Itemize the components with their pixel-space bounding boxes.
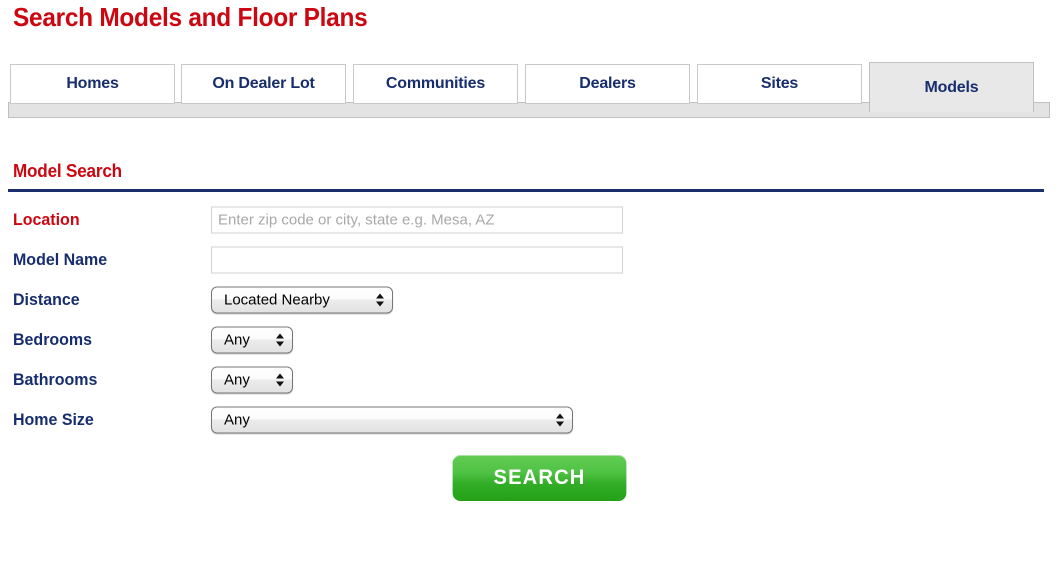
tab-on-dealer-lot[interactable]: On Dealer Lot [181, 64, 346, 104]
stepper-arrows-icon [375, 291, 384, 309]
location-input[interactable] [211, 206, 623, 234]
form-row-model-name: Model Name [0, 240, 1060, 280]
section-divider [8, 189, 1044, 192]
bedrooms-selected-value: Any [224, 331, 250, 349]
model-name-label: Model Name [13, 250, 108, 269]
tab-dealers[interactable]: Dealers [525, 64, 690, 104]
distance-field-wrap: Located Nearby [211, 286, 393, 314]
form-row-location: Location [0, 200, 1060, 240]
stepper-arrows-icon [555, 411, 564, 429]
distance-label: Distance [13, 290, 80, 309]
stepper-arrows-icon [275, 331, 284, 349]
section-heading: Model Search [13, 161, 122, 181]
tab-label: Sites [760, 75, 799, 92]
bedrooms-select[interactable]: Any [211, 326, 293, 354]
bedrooms-field-wrap: Any [211, 326, 293, 354]
form-row-bathrooms: Bathrooms Any [0, 360, 1060, 400]
tab-sites[interactable]: Sites [697, 64, 862, 104]
tab-label: Models [924, 78, 979, 96]
bedrooms-label: Bedrooms [13, 330, 93, 349]
model-name-input[interactable] [211, 246, 623, 274]
bathrooms-field-wrap: Any [211, 366, 293, 394]
tab-label: On Dealer Lot [212, 75, 315, 92]
location-label: Location [13, 210, 80, 229]
stepper-arrows-icon [275, 371, 284, 389]
tab-label: Communities [385, 75, 486, 92]
model-search-form: Location Model Name Distance Located Nea… [0, 200, 1060, 440]
model-name-field-wrap [211, 246, 623, 274]
location-field-wrap [211, 206, 623, 234]
distance-select[interactable]: Located Nearby [211, 286, 393, 314]
bathrooms-select[interactable]: Any [211, 366, 293, 394]
distance-selected-value: Located Nearby [224, 291, 330, 309]
home-size-field-wrap: Any [211, 406, 573, 434]
tab-label: Dealers [579, 75, 636, 92]
form-row-home-size: Home Size Any [0, 400, 1060, 440]
tab-homes[interactable]: Homes [10, 64, 175, 104]
tab-label: Homes [66, 75, 119, 92]
form-row-distance: Distance Located Nearby [0, 280, 1060, 320]
home-size-selected-value: Any [224, 411, 250, 429]
tab-communities[interactable]: Communities [353, 64, 518, 104]
bathrooms-selected-value: Any [224, 371, 250, 389]
bathrooms-label: Bathrooms [13, 370, 98, 389]
home-size-select[interactable]: Any [211, 406, 573, 434]
form-row-bedrooms: Bedrooms Any [0, 320, 1060, 360]
search-button[interactable]: SEARCH [452, 455, 627, 501]
page-title: Search Models and Floor Plans [13, 2, 368, 32]
tab-bar: Homes On Dealer Lot Communities Dealers … [0, 62, 1060, 118]
tab-models[interactable]: Models [869, 62, 1034, 112]
home-size-label: Home Size [13, 410, 94, 429]
